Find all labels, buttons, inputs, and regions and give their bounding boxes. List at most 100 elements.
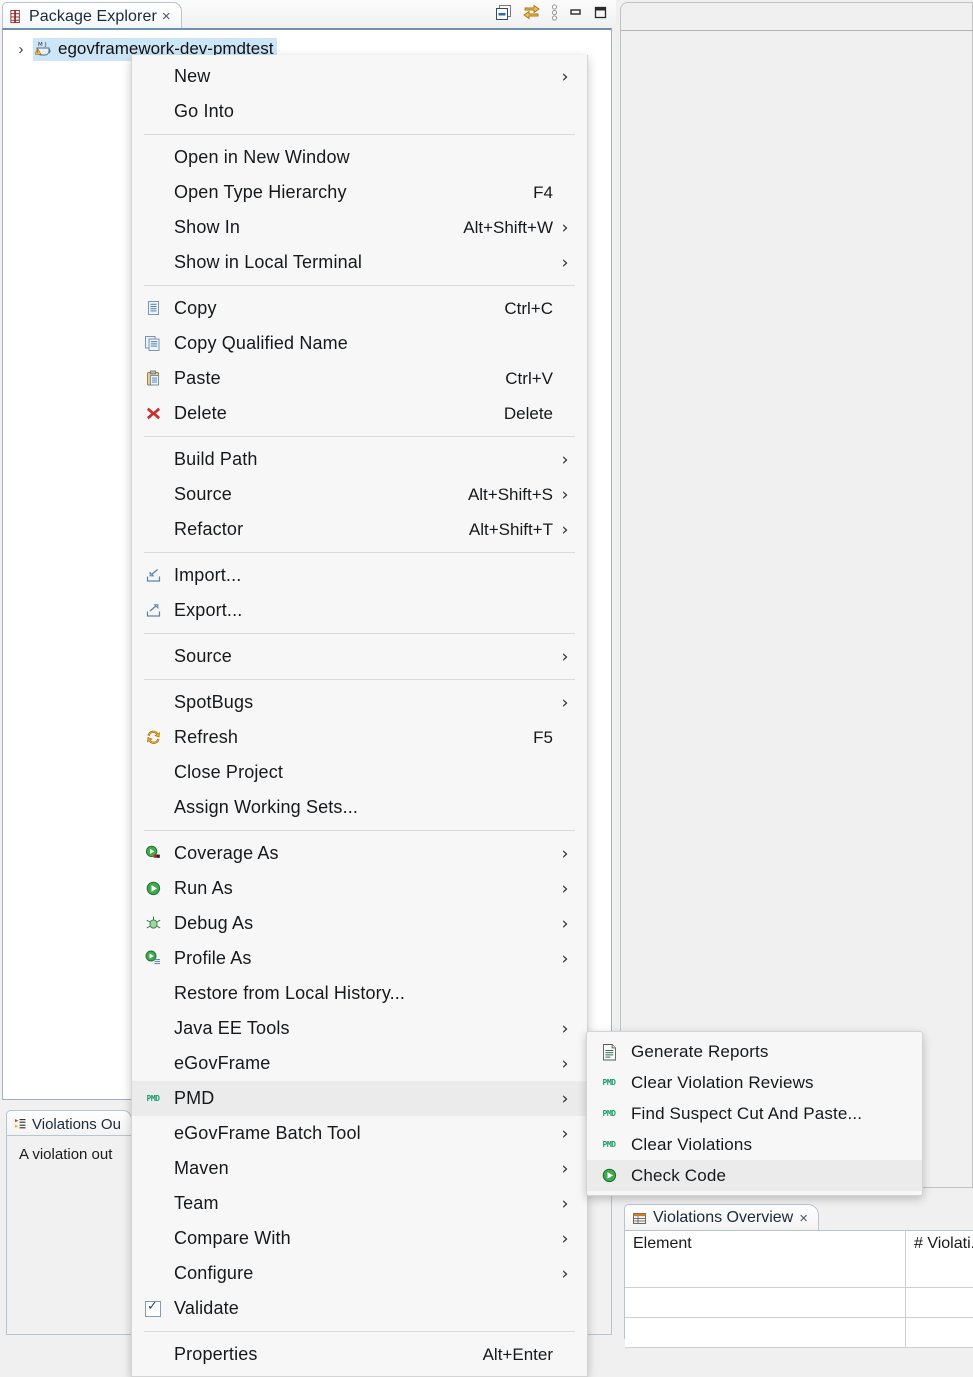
report-document-icon [587, 1043, 631, 1061]
menu-item-properties[interactable]: PropertiesAlt+Enter [132, 1337, 587, 1372]
menu-item-debug-as[interactable]: Debug As› [132, 906, 587, 941]
menu-item-accelerator: F5 [533, 728, 557, 748]
chevron-right-icon: › [557, 1019, 573, 1039]
menu-item-label: Debug As [174, 913, 557, 934]
table-row[interactable] [625, 1288, 973, 1318]
chevron-right-icon: › [557, 1229, 573, 1249]
menu-item-export[interactable]: Export... [132, 593, 587, 628]
svg-text:!: ! [37, 50, 39, 56]
menu-item-egovframe-batch-tool[interactable]: eGovFrame Batch Tool› [132, 1116, 587, 1151]
menu-item-team[interactable]: Team› [132, 1186, 587, 1221]
menu-item-label: Close Project [174, 762, 557, 783]
menu-item-delete[interactable]: DeleteDelete [132, 396, 587, 431]
menu-item-label: New [174, 66, 557, 87]
menu-item-maven[interactable]: Maven› [132, 1151, 587, 1186]
menu-item-label: Export... [174, 600, 557, 621]
menu-item-open-type-hierarchy[interactable]: Open Type HierarchyF4 [132, 175, 587, 210]
maven-java-project-icon: M J ! [35, 40, 53, 57]
menu-item-generate-reports[interactable]: Generate Reports [587, 1036, 922, 1067]
menu-item-copy-qualified-name[interactable]: Copy Qualified Name [132, 326, 587, 361]
menu-item-build-path[interactable]: Build Path› [132, 442, 587, 477]
project-context-menu[interactable]: New›Go IntoOpen in New WindowOpen Type H… [131, 55, 588, 1377]
menu-item-source[interactable]: Source› [132, 639, 587, 674]
menu-item-spotbugs[interactable]: SpotBugs› [132, 685, 587, 720]
menu-item-java-ee-tools[interactable]: Java EE Tools› [132, 1011, 587, 1046]
chevron-right-icon: › [557, 1194, 573, 1214]
violations-outline-icon [13, 1117, 27, 1131]
menu-separator [144, 285, 575, 286]
chevron-right-icon: › [557, 1054, 573, 1074]
menu-item-label: SpotBugs [174, 692, 557, 713]
checkbox-checked-icon [132, 1301, 174, 1317]
link-with-editor-icon[interactable] [522, 4, 541, 21]
menu-item-label: Find Suspect Cut And Paste... [631, 1104, 908, 1124]
menu-item-run-as[interactable]: Run As› [132, 871, 587, 906]
maximize-icon[interactable] [593, 5, 608, 20]
menu-item-show-in[interactable]: Show InAlt+Shift+W› [132, 210, 587, 245]
menu-item-label: Compare With [174, 1228, 557, 1249]
close-icon[interactable]: × [799, 1211, 808, 1226]
menu-item-close-project[interactable]: Close Project [132, 755, 587, 790]
menu-item-coverage-as[interactable]: Coverage As› [132, 836, 587, 871]
copy-icon [132, 300, 174, 317]
menu-item-source[interactable]: SourceAlt+Shift+S› [132, 477, 587, 512]
menu-separator [144, 830, 575, 831]
menu-item-label: Generate Reports [631, 1042, 908, 1062]
menu-item-clear-violation-reviews[interactable]: PMDClear Violation Reviews [587, 1067, 922, 1098]
tab-violations-outline[interactable]: Violations Ou [6, 1110, 132, 1137]
tab-violations-overview[interactable]: Violations Overview × [624, 1204, 819, 1231]
chevron-right-icon: › [557, 67, 573, 87]
menu-item-label: Profile As [174, 948, 557, 969]
chevron-right-icon: › [557, 485, 573, 505]
menu-item-label: Validate [174, 1298, 557, 1319]
tab-package-explorer[interactable]: Package Explorer × [2, 2, 182, 30]
pmd-icon: PMD [587, 1140, 631, 1149]
menu-item-compare-with[interactable]: Compare With› [132, 1221, 587, 1256]
menu-item-clear-violations[interactable]: PMDClear Violations [587, 1129, 922, 1160]
menu-item-label: Open Type Hierarchy [174, 182, 533, 203]
menu-item-label: Delete [174, 403, 504, 424]
view-menu-icon[interactable] [551, 4, 558, 21]
menu-item-profile-as[interactable]: Profile As› [132, 941, 587, 976]
menu-item-check-code[interactable]: Check Code [587, 1160, 922, 1191]
chevron-right-icon: › [557, 693, 573, 713]
menu-item-configure[interactable]: Configure› [132, 1256, 587, 1291]
menu-item-validate[interactable]: Validate [132, 1291, 587, 1326]
table-row[interactable] [625, 1318, 973, 1348]
menu-item-refresh[interactable]: RefreshF5 [132, 720, 587, 755]
cell-element [625, 1288, 906, 1318]
chevron-right-icon[interactable]: › [13, 41, 29, 58]
minimize-icon[interactable] [568, 5, 583, 20]
chevron-right-icon: › [557, 450, 573, 470]
menu-item-go-into[interactable]: Go Into [132, 94, 587, 129]
collapse-all-icon[interactable] [495, 4, 512, 21]
menu-item-egovframe[interactable]: eGovFrame› [132, 1046, 587, 1081]
menu-item-show-in-local-terminal[interactable]: Show in Local Terminal› [132, 245, 587, 280]
table-header-row: Element # Violati... [625, 1231, 973, 1288]
menu-item-pmd[interactable]: PMDPMD› [132, 1081, 587, 1116]
menu-item-restore-from-local-history[interactable]: Restore from Local History... [132, 976, 587, 1011]
menu-item-assign-working-sets[interactable]: Assign Working Sets... [132, 790, 587, 825]
menu-item-refactor[interactable]: RefactorAlt+Shift+T› [132, 512, 587, 547]
menu-item-find-suspect-cut-and-paste[interactable]: PMDFind Suspect Cut And Paste... [587, 1098, 922, 1129]
menu-item-accelerator: Delete [504, 404, 557, 424]
pmd-submenu[interactable]: Generate Reports PMDClear Violation Revie… [586, 1031, 923, 1196]
menu-item-open-in-new-window[interactable]: Open in New Window [132, 140, 587, 175]
violations-overview-body: Element # Violati... [624, 1230, 973, 1339]
menu-item-label: Show In [174, 217, 463, 238]
menu-item-new[interactable]: New› [132, 59, 587, 94]
cell-element [625, 1318, 906, 1348]
close-icon[interactable]: × [162, 9, 171, 24]
menu-item-copy[interactable]: CopyCtrl+C [132, 291, 587, 326]
column-header-element[interactable]: Element [625, 1231, 906, 1288]
menu-separator [144, 436, 575, 437]
column-header-violations[interactable]: # Violati... [906, 1231, 973, 1288]
menu-item-label: PMD [174, 1088, 557, 1109]
package-explorer-icon [9, 9, 24, 24]
chevron-right-icon: › [557, 520, 573, 540]
menu-item-paste[interactable]: PasteCtrl+V [132, 361, 587, 396]
menu-item-label: Import... [174, 565, 557, 586]
menu-item-label: Refresh [174, 727, 533, 748]
menu-item-import[interactable]: Import... [132, 558, 587, 593]
menu-item-accelerator: Ctrl+C [504, 299, 557, 319]
